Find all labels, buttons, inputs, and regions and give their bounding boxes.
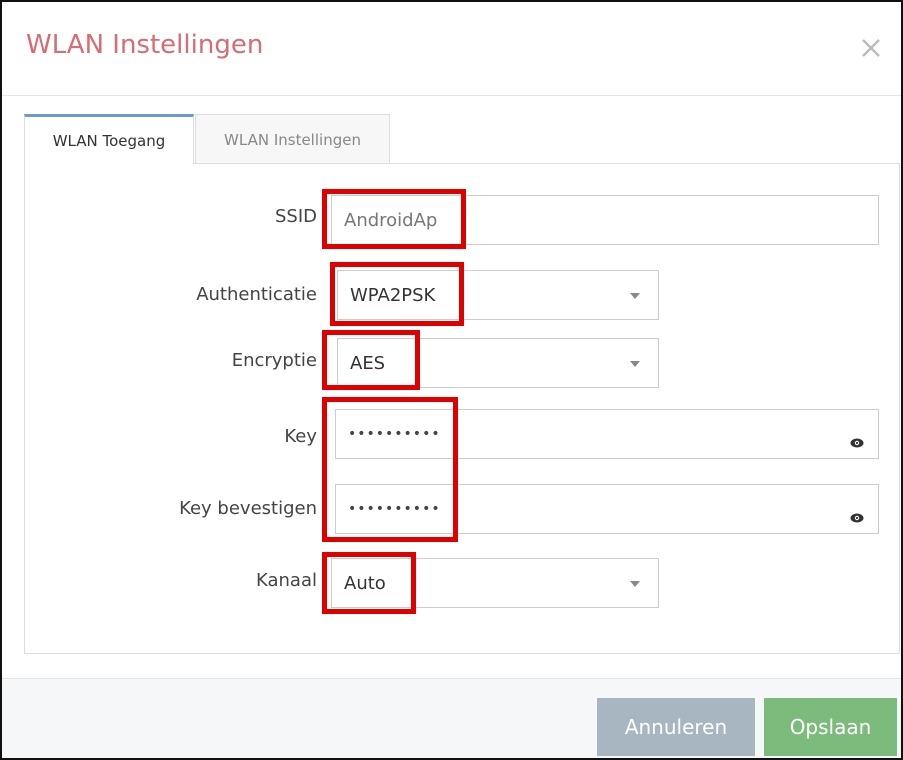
key-confirm-input[interactable]: •••••••••• bbox=[335, 484, 879, 534]
channel-label: Kanaal bbox=[256, 570, 317, 591]
ssid-input[interactable]: AndroidAp bbox=[331, 195, 879, 245]
tab-wlan-instellingen[interactable]: WLAN Instellingen bbox=[195, 114, 390, 164]
key-label: Key bbox=[284, 426, 317, 447]
chevron-down-icon bbox=[630, 581, 640, 587]
auth-select[interactable]: WPA2PSK bbox=[337, 270, 659, 320]
save-button[interactable]: Opslaan bbox=[764, 698, 897, 756]
close-icon bbox=[862, 39, 880, 57]
tab-panel: SSID AndroidAp Authenticatie WPA2PSK Enc… bbox=[24, 163, 900, 654]
enc-select[interactable]: AES bbox=[337, 338, 659, 388]
dialog-header: WLAN Instellingen bbox=[2, 2, 901, 96]
chevron-down-icon bbox=[630, 293, 640, 299]
enc-value: AES bbox=[350, 352, 386, 374]
key-input[interactable]: •••••••••• bbox=[335, 409, 879, 459]
close-button[interactable] bbox=[851, 28, 891, 68]
dialog-title: WLAN Instellingen bbox=[26, 30, 264, 60]
chevron-down-icon bbox=[630, 361, 640, 367]
key-value: •••••••••• bbox=[348, 426, 441, 442]
cancel-button[interactable]: Annuleren bbox=[597, 698, 755, 756]
ssid-label: SSID bbox=[274, 206, 317, 227]
key-confirm-value: •••••••••• bbox=[348, 501, 441, 517]
channel-value: Auto bbox=[344, 572, 386, 594]
ssid-value: AndroidAp bbox=[344, 209, 438, 231]
eye-icon[interactable] bbox=[850, 432, 864, 453]
auth-value: WPA2PSK bbox=[350, 284, 436, 306]
dialog-footer: Annuleren Opslaan bbox=[2, 678, 901, 758]
tab-wlan-toegang[interactable]: WLAN Toegang bbox=[24, 114, 194, 164]
eye-icon[interactable] bbox=[850, 507, 864, 528]
wlan-settings-dialog: WLAN Instellingen WLAN Toegang WLAN Inst… bbox=[0, 0, 903, 760]
channel-select[interactable]: Auto bbox=[331, 558, 659, 608]
key-confirm-label: Key bevestigen bbox=[179, 498, 317, 519]
auth-label: Authenticatie bbox=[196, 284, 317, 305]
enc-label: Encryptie bbox=[231, 350, 317, 371]
